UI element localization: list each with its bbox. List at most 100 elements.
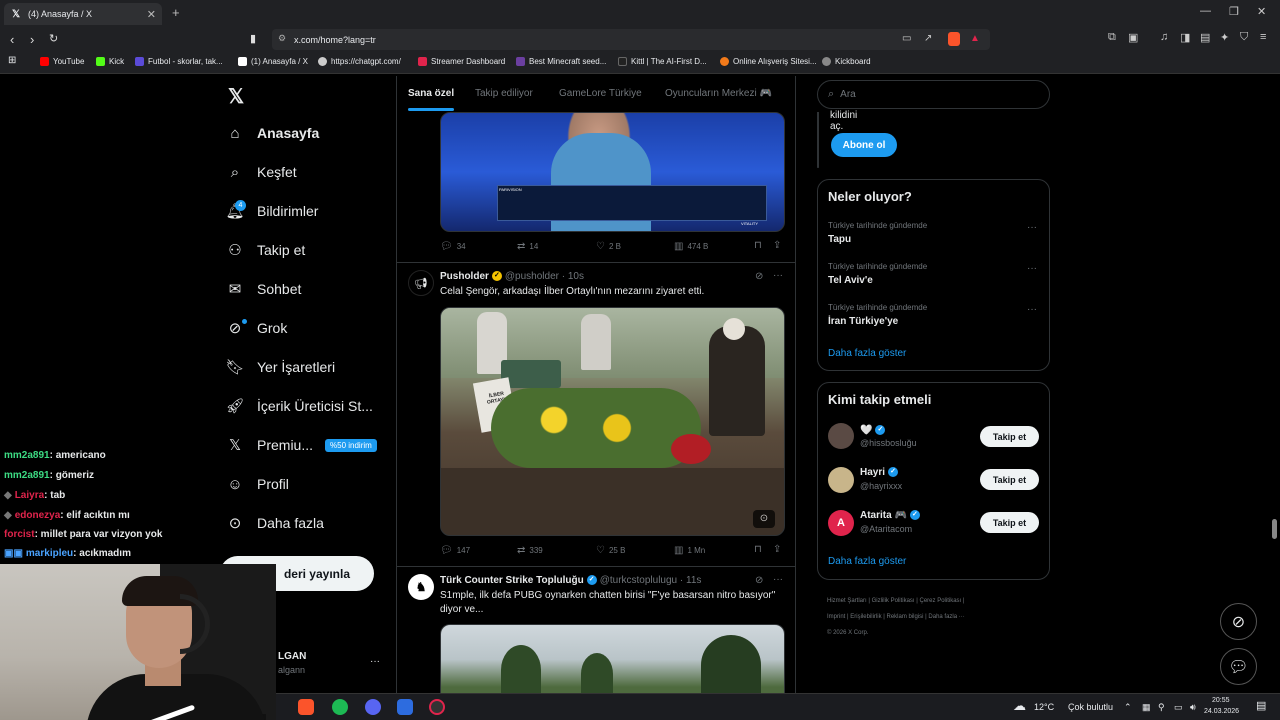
trend-more-icon[interactable]: ···	[1027, 304, 1037, 315]
wallet-icon[interactable]: ▤	[1200, 31, 1210, 44]
nav-more[interactable]: ⊙ Daha fazla	[226, 514, 324, 532]
tweet-author[interactable]: Türk Counter Strike Topluluğu ✓ @turkcstop…	[440, 575, 701, 586]
sidebar-panel-icon[interactable]: ▣	[1128, 31, 1138, 44]
nav-chat[interactable]: ✉ Sohbet	[226, 280, 302, 298]
back-icon[interactable]: ‹	[10, 32, 14, 47]
bookmark-6[interactable]: Best Minecraft seed...	[516, 57, 606, 66]
apps-grid-icon[interactable]: ⊞	[8, 55, 16, 66]
window-close-icon[interactable]: ✕	[1257, 5, 1266, 18]
menu-icon[interactable]: ≡	[1260, 31, 1266, 43]
bookmark-5[interactable]: Streamer Dashboard	[418, 57, 505, 66]
tweet-author[interactable]: Pusholder ✓ @pusholder · 10s	[440, 271, 584, 282]
like-button[interactable]: ♡ 25 B	[596, 545, 625, 556]
footer-link[interactable]: Hizmet Şartları	[827, 598, 867, 604]
clock-date[interactable]: 24.03.2026	[1204, 708, 1239, 715]
user-avatar[interactable]: A	[828, 510, 854, 536]
bookmark-4[interactable]: https://chatgpt.com/	[318, 57, 401, 66]
user-avatar[interactable]	[828, 467, 854, 493]
nav-explore[interactable]: ⌕ Keşfet	[226, 163, 297, 181]
bookmark-2[interactable]: Futbol - skorlar, tak...	[135, 57, 223, 66]
obs-icon[interactable]	[429, 699, 445, 715]
reply-button[interactable]: 💬︎ 34	[440, 241, 466, 252]
share-icon[interactable]: ↗	[924, 33, 932, 44]
footer-link[interactable]: Çerez Politikası	[920, 598, 962, 604]
trends-show-more[interactable]: Daha fazla göster	[828, 348, 906, 359]
nav-creator-studio[interactable]: 🚀︎ İçerik Üreticisi St...	[225, 397, 372, 415]
app-icon[interactable]	[397, 699, 413, 715]
x-logo-icon[interactable]: 𝕏	[228, 84, 244, 109]
tab-gamelore[interactable]: GameLore Türkiye	[559, 88, 642, 99]
user-name[interactable]: Hayri ✓	[860, 467, 901, 478]
bookmark-icon[interactable]: ⊓	[754, 544, 762, 555]
notifications-icon[interactable]: ▤	[1256, 699, 1266, 712]
tray-expand-icon[interactable]: ⌃	[1124, 702, 1132, 713]
network-icon[interactable]: ▭	[1174, 702, 1183, 713]
retweet-button[interactable]: ⇄ 14	[517, 241, 538, 252]
follow-button[interactable]: Takip et	[980, 512, 1039, 533]
trend-item[interactable]: Tapu	[828, 234, 851, 245]
subscribe-button[interactable]: Abone ol	[831, 133, 897, 157]
nav-grok[interactable]: ⊘ Grok	[226, 319, 288, 337]
retweet-button[interactable]: ⇄ 339	[517, 545, 543, 556]
forward-icon[interactable]: ›	[30, 32, 34, 47]
brave-shield-icon[interactable]	[948, 32, 960, 46]
brave-rewards-icon[interactable]: ▲	[970, 33, 980, 44]
minimize-icon[interactable]: —	[1200, 5, 1211, 17]
media-icon[interactable]: ♫	[1160, 31, 1168, 43]
vpn-icon[interactable]: ⛉	[1240, 31, 1248, 44]
nav-profile[interactable]: ☺ Profil	[226, 475, 289, 493]
grok-image-icon[interactable]: ⊙	[753, 510, 775, 528]
like-button[interactable]: ♡ 2 B	[596, 241, 621, 252]
messages-fab[interactable]: 💬︎	[1220, 648, 1257, 685]
reply-button[interactable]: 💬︎ 147	[440, 545, 470, 556]
tab-close-icon[interactable]: ✕	[147, 8, 156, 21]
spotify-icon[interactable]	[332, 699, 348, 715]
tab-for-you[interactable]: Sana özel	[408, 88, 454, 99]
footer-link[interactable]: Erişilebilirlik	[850, 614, 881, 620]
reload-icon[interactable]: ↻	[49, 32, 58, 45]
bookmark-icon[interactable]: ⊓	[754, 240, 762, 251]
footer-link[interactable]: Reklam bilgisi	[887, 614, 924, 620]
tab-gamers-hub[interactable]: Oyuncuların Merkezi 🎮	[665, 88, 772, 99]
tab-following[interactable]: Takip ediliyor	[475, 88, 533, 99]
nav-bookmarks[interactable]: 🔖︎ Yer İşaretleri	[225, 358, 335, 376]
views-button[interactable]: ▥ 1 Mn	[674, 545, 705, 556]
bookmark-page-icon[interactable]: ▮	[250, 32, 256, 45]
nav-home[interactable]: ⌂ Anasayfa	[226, 124, 319, 142]
trend-item[interactable]: Tel Aviv'e	[828, 275, 873, 286]
leo-ai-icon[interactable]: ✦	[1220, 31, 1229, 44]
bookmark-7[interactable]: Kittl | The AI-First D...	[618, 57, 707, 66]
tweet-avatar[interactable]: 📢︎	[408, 270, 434, 296]
footer-link[interactable]: Gizlilik Politikası	[872, 598, 915, 604]
nav-premium[interactable]: 𝕏 Premiu... %50 indirim	[226, 436, 377, 454]
trend-more-icon[interactable]: ···	[1027, 222, 1037, 233]
grok-explain-icon[interactable]: ⊘	[755, 271, 763, 282]
user-avatar[interactable]	[828, 423, 854, 449]
tweet-media-image[interactable]: İLBER ORTAYLI ⊙	[440, 307, 785, 536]
tweet-media-image[interactable]: PARIVISION VITALITY	[440, 112, 785, 232]
views-button[interactable]: ▥ 474 B	[674, 241, 708, 252]
search-input[interactable]: ⌕ Ara	[817, 80, 1050, 109]
share-icon[interactable]: ⇪	[773, 544, 781, 555]
bookmark-9[interactable]: Kickboard	[822, 57, 871, 66]
share-icon[interactable]: ⇪	[773, 240, 781, 251]
browser-tab[interactable]: 𝕏 (4) Anasayfa / X ✕	[4, 3, 162, 25]
trend-item[interactable]: İran Türkiye'ye	[828, 316, 898, 327]
bookmark-0[interactable]: YouTube	[40, 57, 84, 66]
page-scrollbar[interactable]	[1272, 519, 1277, 539]
nav-follow[interactable]: ⚇ Takip et	[226, 241, 305, 259]
who-to-follow-show-more[interactable]: Daha fazla göster	[828, 556, 906, 567]
follow-button[interactable]: Takip et	[980, 426, 1039, 447]
tweet-avatar[interactable]: ♞	[408, 574, 434, 600]
volume-icon[interactable]: 🔊︎	[1190, 702, 1196, 713]
site-info-icon[interactable]: ⚙	[278, 33, 286, 44]
tweet-media-image[interactable]	[440, 624, 785, 694]
footer-link[interactable]: Imprint	[827, 614, 845, 620]
new-tab-icon[interactable]: +	[172, 5, 180, 20]
usb-icon[interactable]: ⚲	[1158, 702, 1165, 713]
bookmark-1[interactable]: Kick	[96, 57, 124, 66]
sidebar-toggle-icon[interactable]: ◨	[1180, 31, 1190, 44]
temperature[interactable]: 12°C	[1034, 702, 1054, 712]
brave-icon[interactable]	[298, 699, 314, 715]
address-bar[interactable]: ⚙ x.com/home?lang=tr ▭ ↗ ▲	[272, 29, 990, 50]
